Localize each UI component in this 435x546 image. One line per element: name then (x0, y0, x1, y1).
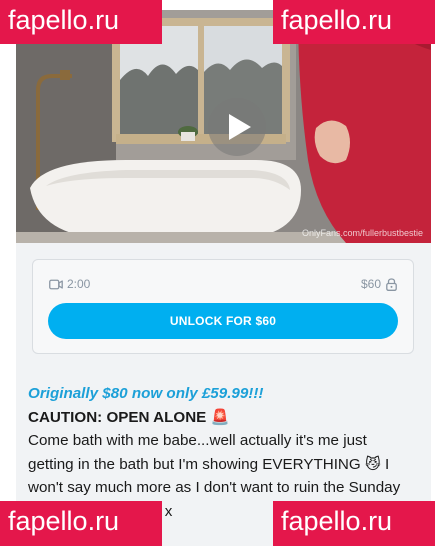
watermark-badge-top-left: fapello.ru (0, 0, 162, 44)
video-preview[interactable]: OnlyFans.com/fullerbustbestie (16, 10, 431, 243)
caution-text: CAUTION: OPEN ALONE (28, 408, 207, 426)
watermark-badge-bottom-left: fapello.ru (0, 501, 162, 546)
cat-emoji: 😼 (364, 455, 381, 473)
video-camera-icon (49, 279, 63, 289)
source-watermark: OnlyFans.com/fullerbustbestie (301, 228, 423, 238)
watermark-badge-bottom-right: fapello.ru (273, 501, 435, 546)
locked-price: $60 (361, 277, 397, 291)
video-duration: 2:00 (49, 277, 90, 291)
locked-price-text: $60 (360, 277, 381, 291)
watermark-badge-top-right: fapello.ru (273, 0, 435, 44)
promo-line: Originally $80 now only £59.99!!! (28, 385, 264, 402)
locked-media-card: 2:00 $60 UNLOCK FOR $60 (32, 259, 414, 354)
siren-emoji: 🚨 (210, 408, 230, 426)
caution-line: CAUTION: OPEN ALONE 🚨 (28, 406, 408, 430)
play-button[interactable] (208, 98, 266, 156)
post-body-text: Come bath with me babe...well actually i… (28, 432, 367, 473)
lock-icon (386, 277, 397, 291)
video-duration-text: 2:00 (67, 277, 91, 291)
unlock-button[interactable]: UNLOCK FOR $60 (48, 303, 398, 339)
play-icon (229, 114, 251, 140)
